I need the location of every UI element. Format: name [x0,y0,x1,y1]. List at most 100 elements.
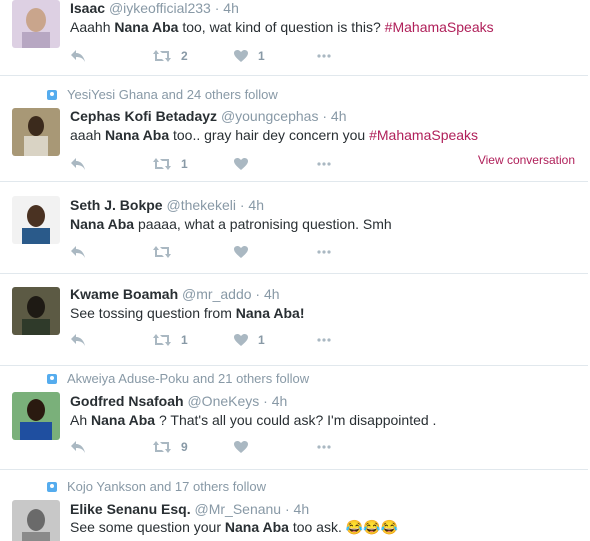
social-context[interactable]: YesiYesi Ghana and 24 others follow [47,87,278,102]
retweet-button[interactable]: 2 [152,49,188,63]
text-part: too.. gray hair dey concern you [169,127,370,143]
reply-button[interactable] [70,333,86,347]
reply-icon [70,333,86,347]
tweet[interactable]: YesiYesi Ghana and 24 others follow Ceph… [0,76,588,182]
reply-button[interactable] [70,157,86,171]
tweet[interactable]: Kwame Boamah @mr_addo · 4h See tossing q… [0,274,588,366]
like-button[interactable] [233,245,249,259]
tweet[interactable]: Akweiya Aduse-Poku and 21 others follow … [0,366,588,470]
hashtag-link[interactable]: #MahamaSpeaks [369,127,478,143]
avatar[interactable] [12,108,60,156]
text-part: Ah [70,412,92,428]
timestamp[interactable]: 4h [264,286,280,302]
social-context[interactable]: Akweiya Aduse-Poku and 21 others follow [47,371,309,386]
social-context-text: YesiYesi Ghana and 24 others follow [67,87,278,102]
tweet-header: Kwame Boamah @mr_addo · 4h [70,286,280,302]
tweet-text: See tossing question from Nana Aba! [70,305,304,321]
user-name[interactable]: Isaac [70,0,105,16]
text-part: See tossing question from [70,305,236,321]
user-name[interactable]: Kwame Boamah [70,286,178,302]
tweet-header: Seth J. Bokpe @thekekeli · 4h [70,197,264,213]
timestamp[interactable]: 4h [223,0,239,16]
more-icon [316,245,332,259]
person-icon [47,482,57,492]
timestamp[interactable]: 4h [272,393,288,409]
reply-button[interactable] [70,440,86,454]
more-button[interactable] [316,245,332,259]
timestamp[interactable]: 4h [248,197,264,213]
retweet-icon [152,440,172,454]
retweet-button[interactable] [152,245,172,259]
social-context-text: Akweiya Aduse-Poku and 21 others follow [67,371,310,386]
avatar[interactable] [12,500,60,541]
tweet-header: Cephas Kofi Betadayz @youngcephas · 4h [70,108,346,124]
separator: · [255,286,261,302]
timestamp[interactable]: 4h [294,501,310,517]
text-part: aaah [70,127,106,143]
retweet-icon [152,49,172,63]
view-conversation-link[interactable]: View conversation [478,153,575,167]
tweet-text: Ah Nana Aba ? That's all you could ask? … [70,412,436,428]
tweet-header: Elike Senanu Esq. @Mr_Senanu · 4h [70,501,309,517]
retweet-button[interactable]: 1 [152,157,188,171]
user-handle[interactable]: @iykeofficial233 [109,0,211,16]
avatar[interactable] [12,196,60,244]
text-part: too ask. [288,519,346,535]
heart-icon [233,440,249,454]
separator: · [214,0,220,16]
reply-button[interactable] [70,245,86,259]
like-count: 1 [258,49,265,63]
text-part: See some question your [70,519,225,535]
text-part: Aaahh [70,19,115,35]
like-button[interactable] [233,440,249,454]
social-context-text: Kojo Yankson and 17 others follow [67,479,266,494]
highlight-keyword: Nana Aba [70,216,135,232]
hashtag-link[interactable]: #MahamaSpeaks [385,19,494,35]
user-handle[interactable]: @Mr_Senanu [195,501,282,517]
like-button[interactable]: 1 [233,333,265,347]
more-icon [316,49,332,63]
user-name[interactable]: Cephas Kofi Betadayz [70,108,217,124]
like-button[interactable] [233,157,258,171]
more-button[interactable] [316,333,332,347]
avatar[interactable] [12,287,60,335]
user-name[interactable]: Seth J. Bokpe [70,197,163,213]
tweet-text: Aaahh Nana Aba too, wat kind of question… [70,19,494,35]
tweet-text: aaah Nana Aba too.. gray hair dey concer… [70,127,478,143]
separator: · [263,393,268,409]
user-handle[interactable]: @mr_addo [182,286,251,302]
timestamp[interactable]: 4h [331,108,347,124]
more-button[interactable] [316,440,332,454]
reply-icon [70,49,86,63]
user-handle[interactable]: @thekekeli [166,197,235,213]
tweet-header: Isaac @iykeofficial233 · 4h [70,0,239,16]
user-name[interactable]: Godfred Nsafoah [70,393,184,409]
social-context[interactable]: Kojo Yankson and 17 others follow [47,479,266,494]
retweet-button[interactable]: 1 [152,333,188,347]
separator: · [284,501,290,517]
tweet[interactable]: Kojo Yankson and 17 others follow Elike … [0,470,588,541]
reply-button[interactable] [70,49,86,63]
avatar[interactable] [12,0,60,48]
highlight-keyword: Nana Aba [114,19,179,35]
tweet-text: See some question your Nana Aba too ask.… [70,519,398,536]
person-icon [47,90,57,100]
heart-icon [233,157,249,171]
person-icon [47,374,57,384]
avatar[interactable] [12,392,60,440]
user-handle[interactable]: @youngcephas [221,108,319,124]
tweet[interactable]: Isaac @iykeofficial233 · 4h Aaahh Nana A… [0,0,588,76]
user-handle[interactable]: @OneKeys [187,393,259,409]
reply-icon [70,157,86,171]
user-name[interactable]: Elike Senanu Esq. [70,501,191,517]
retweet-icon [152,333,172,347]
tweet[interactable]: Seth J. Bokpe @thekekeli · 4h Nana Aba p… [0,182,588,274]
more-button[interactable] [316,157,332,171]
like-button[interactable]: 1 [233,49,265,63]
retweet-icon [152,245,172,259]
text-part: too, wat kind of question is this? [178,19,385,35]
retweet-button[interactable]: 9 [152,440,188,454]
more-button[interactable] [316,49,332,63]
text-part: paaaa, what a patronising question. Smh [134,216,392,232]
separator: · [239,197,245,213]
